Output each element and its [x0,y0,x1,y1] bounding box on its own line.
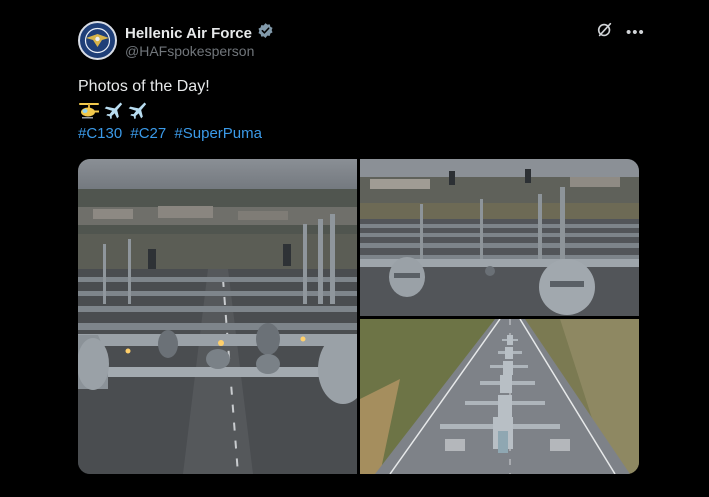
aircraft-elephant-walk-photo[interactable] [78,159,357,474]
verified-badge-icon [257,22,274,44]
aircraft-lineup-front-photo[interactable] [360,159,639,316]
author-handle[interactable]: @HAFspokesperson [125,43,254,59]
post-text: Photos of the Day! [78,78,210,95]
post-actions: ••• [596,21,645,44]
emoji-row [78,100,148,125]
author-name-row: Hellenic Air Force [125,22,274,44]
airplane-icon [102,100,124,125]
airplane-icon [126,100,148,125]
helicopter-icon [78,100,100,125]
hashtag-link[interactable]: #C27 [130,125,166,142]
author-display-name[interactable]: Hellenic Air Force [125,25,252,42]
hellenic-air-force-emblem-icon [81,24,114,57]
hashtag-row: #C130 #C27 #SuperPuma [78,125,266,142]
author-avatar[interactable] [78,21,117,60]
grok-icon[interactable] [596,21,614,44]
media-grid [78,159,639,474]
more-options-icon[interactable]: ••• [626,25,645,40]
aircraft-runway-aerial-photo[interactable] [360,319,639,474]
hashtag-link[interactable]: #C130 [78,125,122,142]
hashtag-link[interactable]: #SuperPuma [174,125,262,142]
